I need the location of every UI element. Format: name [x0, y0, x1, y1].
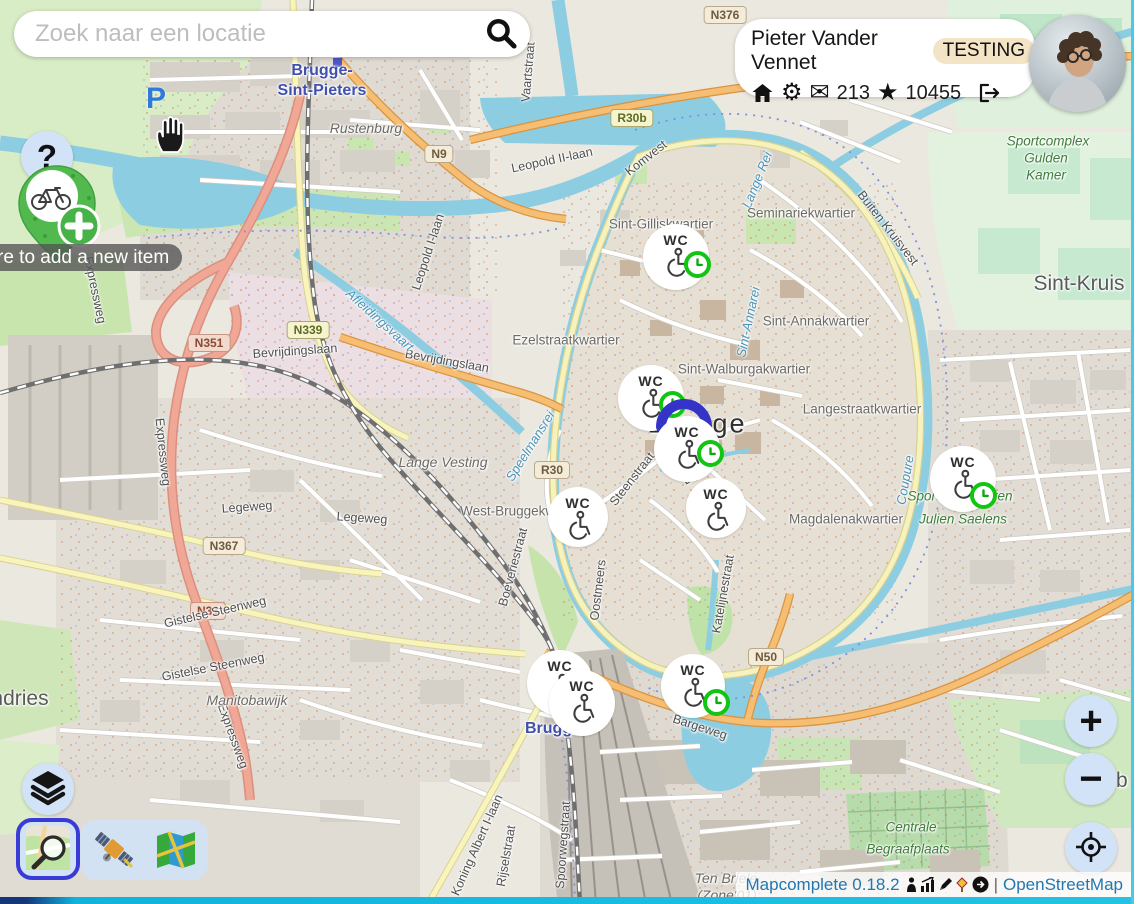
- logout-icon[interactable]: [976, 82, 1000, 104]
- road-shield: N339: [287, 321, 330, 339]
- statistics-icon[interactable]: [920, 877, 936, 892]
- attribution-separator: |: [994, 875, 998, 895]
- messages-count: 213: [837, 82, 870, 105]
- right-scroll-gutter[interactable]: [1131, 0, 1138, 904]
- opening-hours-badge: [970, 482, 997, 509]
- background-map-button[interactable]: [150, 824, 202, 876]
- layers-icon: [28, 768, 68, 811]
- road-shield: N9: [424, 145, 453, 163]
- zoom-out-button[interactable]: −: [1065, 753, 1117, 805]
- satellite-icon: [91, 826, 137, 875]
- toilet-marker[interactable]: WC: [548, 487, 608, 547]
- layers-button[interactable]: [22, 763, 74, 815]
- background-satellite-button[interactable]: [88, 824, 140, 876]
- testing-badge: TESTING: [933, 38, 1035, 64]
- opening-hours-badge: [659, 391, 686, 418]
- search-icon: [484, 16, 518, 53]
- folded-map-icon: [153, 826, 199, 875]
- settings-gear-icon[interactable]: ⚙: [781, 81, 803, 105]
- user-name[interactable]: Pieter Vander Vennet: [751, 27, 924, 75]
- search-input[interactable]: [33, 19, 480, 49]
- road-shield: R30b: [610, 109, 653, 127]
- attribution-icons: [905, 876, 989, 893]
- community-icon[interactable]: [972, 876, 989, 893]
- home-icon[interactable]: [751, 82, 774, 104]
- toilet-marker[interactable]: WC: [686, 478, 746, 538]
- road-shield: N367: [203, 537, 246, 555]
- geolocate-icon: [1073, 829, 1109, 868]
- toilet-marker[interactable]: WC: [549, 670, 615, 736]
- opening-hours-badge: [697, 440, 724, 467]
- theme-progress-bar: [0, 897, 1131, 904]
- search-button[interactable]: [480, 16, 530, 53]
- user-avatar[interactable]: [1029, 15, 1126, 112]
- geolocate-button[interactable]: [1065, 822, 1117, 874]
- openstreetmap-link[interactable]: OpenStreetMap: [1003, 875, 1123, 895]
- contributor-icon[interactable]: [905, 877, 918, 892]
- parking-icon: P: [146, 82, 166, 116]
- location-search-bar: [14, 11, 530, 57]
- edit-pencil-icon[interactable]: [938, 877, 953, 892]
- osm-map-icon: [25, 825, 71, 874]
- background-osm-button[interactable]: [16, 818, 80, 880]
- messages-icon[interactable]: ✉: [810, 81, 830, 105]
- mapcomplete-version-link[interactable]: Mapcomplete 0.18.2: [746, 875, 900, 895]
- star-icon[interactable]: ★: [877, 81, 899, 105]
- add-item-tooltip: re to add a new item: [0, 244, 182, 271]
- road-shield: N50: [748, 648, 784, 666]
- zoom-in-button[interactable]: +: [1065, 695, 1117, 747]
- attribution-bar: Mapcomplete 0.18.2 | OpenStreetMap: [736, 872, 1131, 897]
- changeset-count: 10455: [906, 82, 962, 105]
- user-panel: Pieter Vander Vennet TESTING ⚙ ✉ 213 ★ 1…: [735, 19, 1035, 97]
- opening-hours-badge: [703, 689, 730, 716]
- road-shield: R30: [534, 461, 570, 479]
- opening-hours-badge: [684, 251, 711, 278]
- road-shield: N31: [190, 602, 226, 620]
- surveyor-icon[interactable]: [955, 877, 970, 892]
- road-shield: N351: [188, 334, 231, 352]
- road-shield: N376: [704, 6, 747, 24]
- map-canvas[interactable]: N376R30bN9N339N351R30N367N31N50 Brugge-S…: [0, 0, 1138, 904]
